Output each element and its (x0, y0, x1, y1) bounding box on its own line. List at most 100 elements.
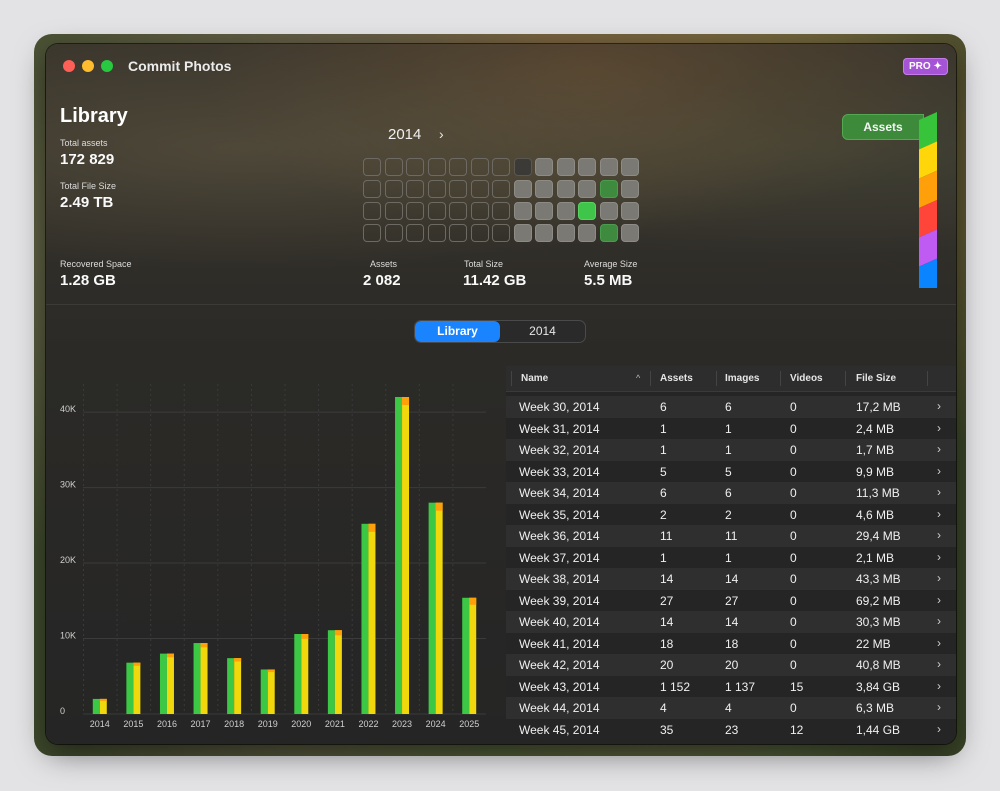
heatmap-cell[interactable] (363, 202, 381, 220)
heatmap-cell[interactable] (406, 224, 424, 242)
heatmap-cell[interactable] (449, 202, 467, 220)
heatmap-cell[interactable] (599, 158, 618, 176)
heatmap-cell[interactable] (470, 158, 489, 176)
chevron-right-icon[interactable]: › (937, 593, 941, 607)
pro-badge[interactable]: PRO ✦ (903, 58, 948, 75)
table-row[interactable]: Week 42, 2014 20 20 0 40,8 MB › (506, 654, 956, 676)
heatmap-cell[interactable] (384, 180, 403, 198)
segment-library[interactable]: Library (415, 321, 500, 342)
table-row[interactable]: Week 34, 2014 6 6 0 11,3 MB › (506, 482, 956, 504)
heatmap-cell[interactable] (578, 202, 596, 220)
chevron-right-icon[interactable]: › (937, 700, 941, 714)
column-header-assets[interactable]: Assets (660, 373, 693, 384)
close-window-button[interactable] (63, 60, 75, 72)
heatmap-cell[interactable] (406, 180, 424, 198)
table-row[interactable]: Week 41, 2014 18 18 0 22 MB › (506, 633, 956, 655)
heatmap-cell[interactable] (427, 180, 446, 198)
heatmap-cell[interactable] (556, 180, 575, 198)
heatmap-cell[interactable] (427, 158, 446, 176)
heatmap-cell[interactable] (621, 180, 639, 198)
chevron-right-icon[interactable]: › (937, 571, 941, 585)
chevron-right-icon[interactable]: › (937, 679, 941, 693)
sort-ascending-icon[interactable]: ^ (636, 373, 640, 383)
heatmap-cell[interactable] (384, 158, 403, 176)
heatmap-cell[interactable] (599, 202, 618, 220)
heatmap-cell[interactable] (578, 224, 596, 242)
table-row[interactable]: Week 37, 2014 1 1 0 2,1 MB › (506, 547, 956, 569)
heatmap-cell[interactable] (556, 224, 575, 242)
table-row[interactable]: Week 36, 2014 11 11 0 29,4 MB › (506, 525, 956, 547)
column-header-videos[interactable]: Videos (790, 373, 823, 384)
heatmap-cell[interactable] (363, 180, 381, 198)
heatmap-cell[interactable] (406, 158, 424, 176)
heatmap-cell[interactable] (449, 224, 467, 242)
assets-tab-button[interactable]: Assets (842, 114, 924, 140)
chevron-right-icon[interactable]: › (937, 636, 941, 650)
heatmap-cell[interactable] (621, 202, 639, 220)
heatmap-cell[interactable] (470, 202, 489, 220)
heatmap-cell[interactable] (513, 202, 532, 220)
heatmap-cell[interactable] (599, 180, 618, 198)
heatmap-cell[interactable] (492, 158, 510, 176)
heatmap-cell[interactable] (470, 224, 489, 242)
segment-year[interactable]: 2014 (500, 321, 585, 342)
chevron-right-icon[interactable]: › (937, 464, 941, 478)
heatmap-cell[interactable] (556, 202, 575, 220)
table-row[interactable]: Week 32, 2014 1 1 0 1,7 MB › (506, 439, 956, 461)
column-header-file-size[interactable]: File Size (856, 373, 896, 384)
table-row[interactable]: Week 45, 2014 35 23 12 1,44 GB › (506, 719, 956, 741)
column-header-images[interactable]: Images (725, 373, 759, 384)
table-row[interactable]: Week 30, 2014 6 6 0 17,2 MB › (506, 396, 956, 418)
heatmap-cell[interactable] (492, 224, 510, 242)
chevron-right-icon[interactable]: › (937, 528, 941, 542)
column-header-name[interactable]: Name (521, 373, 548, 384)
chevron-right-icon[interactable]: › (937, 722, 941, 736)
table-row[interactable]: Week 35, 2014 2 2 0 4,6 MB › (506, 504, 956, 526)
heatmap-cell[interactable] (535, 202, 553, 220)
chevron-right-icon[interactable]: › (937, 550, 941, 564)
chevron-right-icon[interactable]: › (937, 657, 941, 671)
heatmap-cell[interactable] (513, 158, 532, 176)
heatmap-cell[interactable] (492, 202, 510, 220)
heatmap-cell[interactable] (427, 202, 446, 220)
heatmap-cell[interactable] (449, 158, 467, 176)
chevron-right-icon[interactable]: › (439, 126, 444, 142)
chevron-right-icon[interactable]: › (937, 507, 941, 521)
table-cell-assets: 27 (660, 593, 674, 608)
heatmap-cell[interactable] (621, 224, 639, 242)
heatmap-cell[interactable] (363, 224, 381, 242)
heatmap-cell[interactable] (363, 158, 381, 176)
heatmap-cell[interactable] (535, 224, 553, 242)
table-row[interactable]: Week 43, 2014 1 152 1 137 15 3,84 GB › (506, 676, 956, 698)
heatmap-cell[interactable] (449, 180, 467, 198)
heatmap-cell[interactable] (513, 180, 532, 198)
heatmap-cell[interactable] (599, 224, 618, 242)
chevron-right-icon[interactable]: › (937, 421, 941, 435)
heatmap-cell[interactable] (384, 224, 403, 242)
heatmap-cell[interactable] (578, 180, 596, 198)
table-row[interactable]: Week 40, 2014 14 14 0 30,3 MB › (506, 611, 956, 633)
heatmap-cell[interactable] (427, 224, 446, 242)
chevron-right-icon[interactable]: › (937, 399, 941, 413)
heatmap-cell[interactable] (470, 180, 489, 198)
table-row[interactable]: Week 33, 2014 5 5 0 9,9 MB › (506, 461, 956, 483)
heatmap-cell[interactable] (535, 180, 553, 198)
chevron-right-icon[interactable]: › (937, 485, 941, 499)
heatmap-cell[interactable] (556, 158, 575, 176)
heatmap-cell[interactable] (535, 158, 553, 176)
chevron-right-icon[interactable]: › (937, 614, 941, 628)
table-row[interactable]: Week 38, 2014 14 14 0 43,3 MB › (506, 568, 956, 590)
heatmap-cell[interactable] (492, 180, 510, 198)
minimize-window-button[interactable] (82, 60, 94, 72)
heatmap-cell[interactable] (513, 224, 532, 242)
scope-segmented-control[interactable]: Library 2014 (414, 320, 586, 343)
heatmap-cell[interactable] (578, 158, 596, 176)
chevron-right-icon[interactable]: › (937, 442, 941, 456)
heatmap-cell[interactable] (384, 202, 403, 220)
table-row[interactable]: Week 31, 2014 1 1 0 2,4 MB › (506, 418, 956, 440)
zoom-window-button[interactable] (101, 60, 113, 72)
heatmap-cell[interactable] (621, 158, 639, 176)
table-row[interactable]: Week 39, 2014 27 27 0 69,2 MB › (506, 590, 956, 612)
table-row[interactable]: Week 44, 2014 4 4 0 6,3 MB › (506, 697, 956, 719)
heatmap-cell[interactable] (406, 202, 424, 220)
